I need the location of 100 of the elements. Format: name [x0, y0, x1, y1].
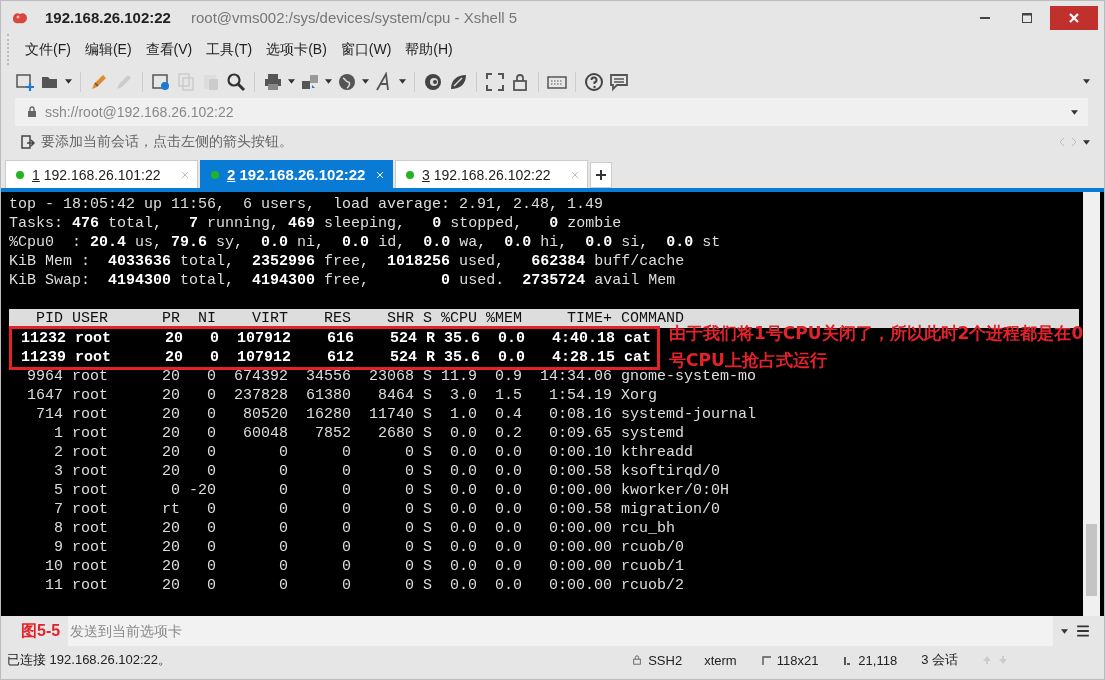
caret-icon[interactable]	[1083, 139, 1090, 145]
table-cell-text: root	[71, 500, 109, 519]
table-cell-text: 11232	[20, 329, 66, 348]
caret-icon[interactable]	[399, 79, 406, 84]
table-cell-text: 1:54.19	[548, 386, 612, 405]
table-cell-text: 20	[161, 576, 180, 595]
arrow-page-icon[interactable]	[21, 135, 35, 149]
compose-input[interactable]: 发送到当前选项卡	[68, 616, 1053, 646]
table-cell-text: 20	[161, 538, 180, 557]
table-cell-text: 2	[53, 443, 63, 462]
table-cell-text: 0	[341, 462, 351, 481]
table-cell-text: 20	[161, 386, 180, 405]
table-cell-text: 0.0	[497, 329, 525, 348]
table-cell-text: 9964	[26, 367, 63, 386]
table-cell-text: 616	[326, 329, 354, 348]
table-cell-text: 0	[278, 500, 288, 519]
table-cell-text: gnome-system-mo	[620, 368, 757, 386]
table-cell-text: systemd-journal	[620, 405, 757, 424]
table-cell-text: kworker/0:0H	[620, 481, 730, 500]
table-cell-text: 0	[206, 367, 216, 386]
table-cell-text: 20	[161, 443, 180, 462]
table-cell-text: 20	[161, 405, 180, 424]
table-cell-text: 1.5	[494, 386, 522, 405]
table-cell-text: 11	[44, 576, 63, 595]
session-tab[interactable]: 3 192.168.26.102:22	[395, 160, 588, 188]
table-cell-text: 0.0	[494, 576, 522, 595]
menu-item[interactable]: 帮助(H)	[405, 40, 453, 59]
table-cell-text: 0.0	[494, 443, 522, 462]
caret-icon[interactable]	[288, 79, 295, 84]
table-cell-text: 0	[404, 557, 414, 576]
caret-icon[interactable]	[362, 79, 369, 84]
lock-icon[interactable]	[510, 71, 530, 92]
table-cell-text: S	[422, 576, 432, 595]
table-cell-text: 0	[404, 519, 414, 538]
table-cell-text: 0	[341, 500, 351, 519]
search-icon[interactable]	[226, 71, 246, 92]
column-header: VIRT	[251, 309, 288, 328]
caret-icon[interactable]	[1061, 628, 1068, 634]
window-gear-icon[interactable]	[151, 71, 171, 92]
close-button[interactable]	[1050, 5, 1098, 30]
table-cell-text: 20	[161, 367, 180, 386]
column-header: %CPU	[440, 309, 477, 328]
new-tab-button[interactable]	[590, 162, 612, 188]
help-icon[interactable]	[584, 71, 604, 92]
caret-icon[interactable]	[1083, 79, 1090, 84]
session-tab[interactable]: 1 192.168.26.101:22	[5, 160, 198, 188]
table-cell-text: 0	[278, 519, 288, 538]
table-cell-text: 11740	[368, 405, 414, 424]
table-cell-text: 20	[164, 329, 183, 348]
table-cell-text: 2680	[377, 424, 414, 443]
table-cell-text: 20	[161, 462, 180, 481]
table-cell-text: 0	[404, 481, 414, 500]
menu-item[interactable]: 窗口(W)	[340, 40, 392, 59]
table-cell-text: 0.2	[494, 424, 522, 443]
caret-icon[interactable]	[65, 79, 72, 84]
table-cell-text: rcuob/0	[620, 538, 684, 557]
table-cell-text: 10	[44, 557, 63, 576]
table-cell-text: rcuob/2	[620, 576, 684, 595]
caret-icon[interactable]	[1071, 109, 1078, 115]
new-session-icon[interactable]	[15, 71, 35, 92]
cursor-position-icon	[842, 655, 853, 665]
terminal-line: KiB Swap: 4194300 total, 4194300 free, 0 used. 2735724 avail Mem	[9, 271, 677, 290]
table-cell-text: 0	[170, 481, 180, 500]
table-cell-text: 7852	[314, 424, 351, 443]
table-cell-text: systemd	[620, 424, 684, 443]
table-cell-text: -20	[188, 481, 216, 500]
chat-icon[interactable]	[609, 71, 629, 92]
table-cell-text: 0	[404, 576, 414, 595]
menu-item[interactable]: 查看(V)	[145, 40, 193, 59]
menu-item[interactable]: 选项卡(B)	[266, 40, 327, 59]
table-cell-text: root	[71, 462, 109, 481]
table-cell-text: 8	[53, 519, 63, 538]
table-cell-text: 612	[326, 348, 354, 367]
table-cell-text: 80520	[242, 405, 288, 424]
fullscreen-icon[interactable]	[485, 71, 505, 92]
scrollbar-thumb[interactable]	[1086, 524, 1097, 596]
menu-item[interactable]: 编辑(E)	[84, 40, 132, 59]
printer-icon[interactable]	[263, 71, 283, 92]
table-cell-text: R	[425, 329, 435, 348]
table-cell-text: kthreadd	[620, 443, 693, 462]
table-cell-text: 714	[35, 405, 63, 424]
menu-item[interactable]: 文件(F)	[25, 40, 71, 59]
table-cell-text: 0	[278, 462, 288, 481]
menu-item[interactable]: 工具(T)	[206, 40, 253, 59]
table-cell-text: cat	[623, 348, 651, 367]
terminal-size-label: 118x21	[776, 652, 819, 668]
protocol-label: SSH2	[648, 652, 683, 668]
table-cell-text: 11239	[20, 348, 66, 367]
menu-icon[interactable]	[1076, 624, 1090, 638]
table-cell-text: 0	[206, 386, 216, 405]
table-cell-text: 0	[404, 500, 414, 519]
session-tab[interactable]: 2 192.168.26.102:22	[200, 160, 393, 188]
table-cell-text: 0	[206, 500, 216, 519]
status-dot-icon	[211, 170, 219, 179]
caret-icon[interactable]	[325, 79, 332, 84]
scrollbar[interactable]	[1083, 192, 1100, 616]
plus-icon	[596, 170, 606, 180]
table-cell-text: Xorg	[620, 386, 657, 405]
table-cell-text: 0.4	[494, 405, 522, 424]
table-cell-text: 0.0	[449, 424, 477, 443]
